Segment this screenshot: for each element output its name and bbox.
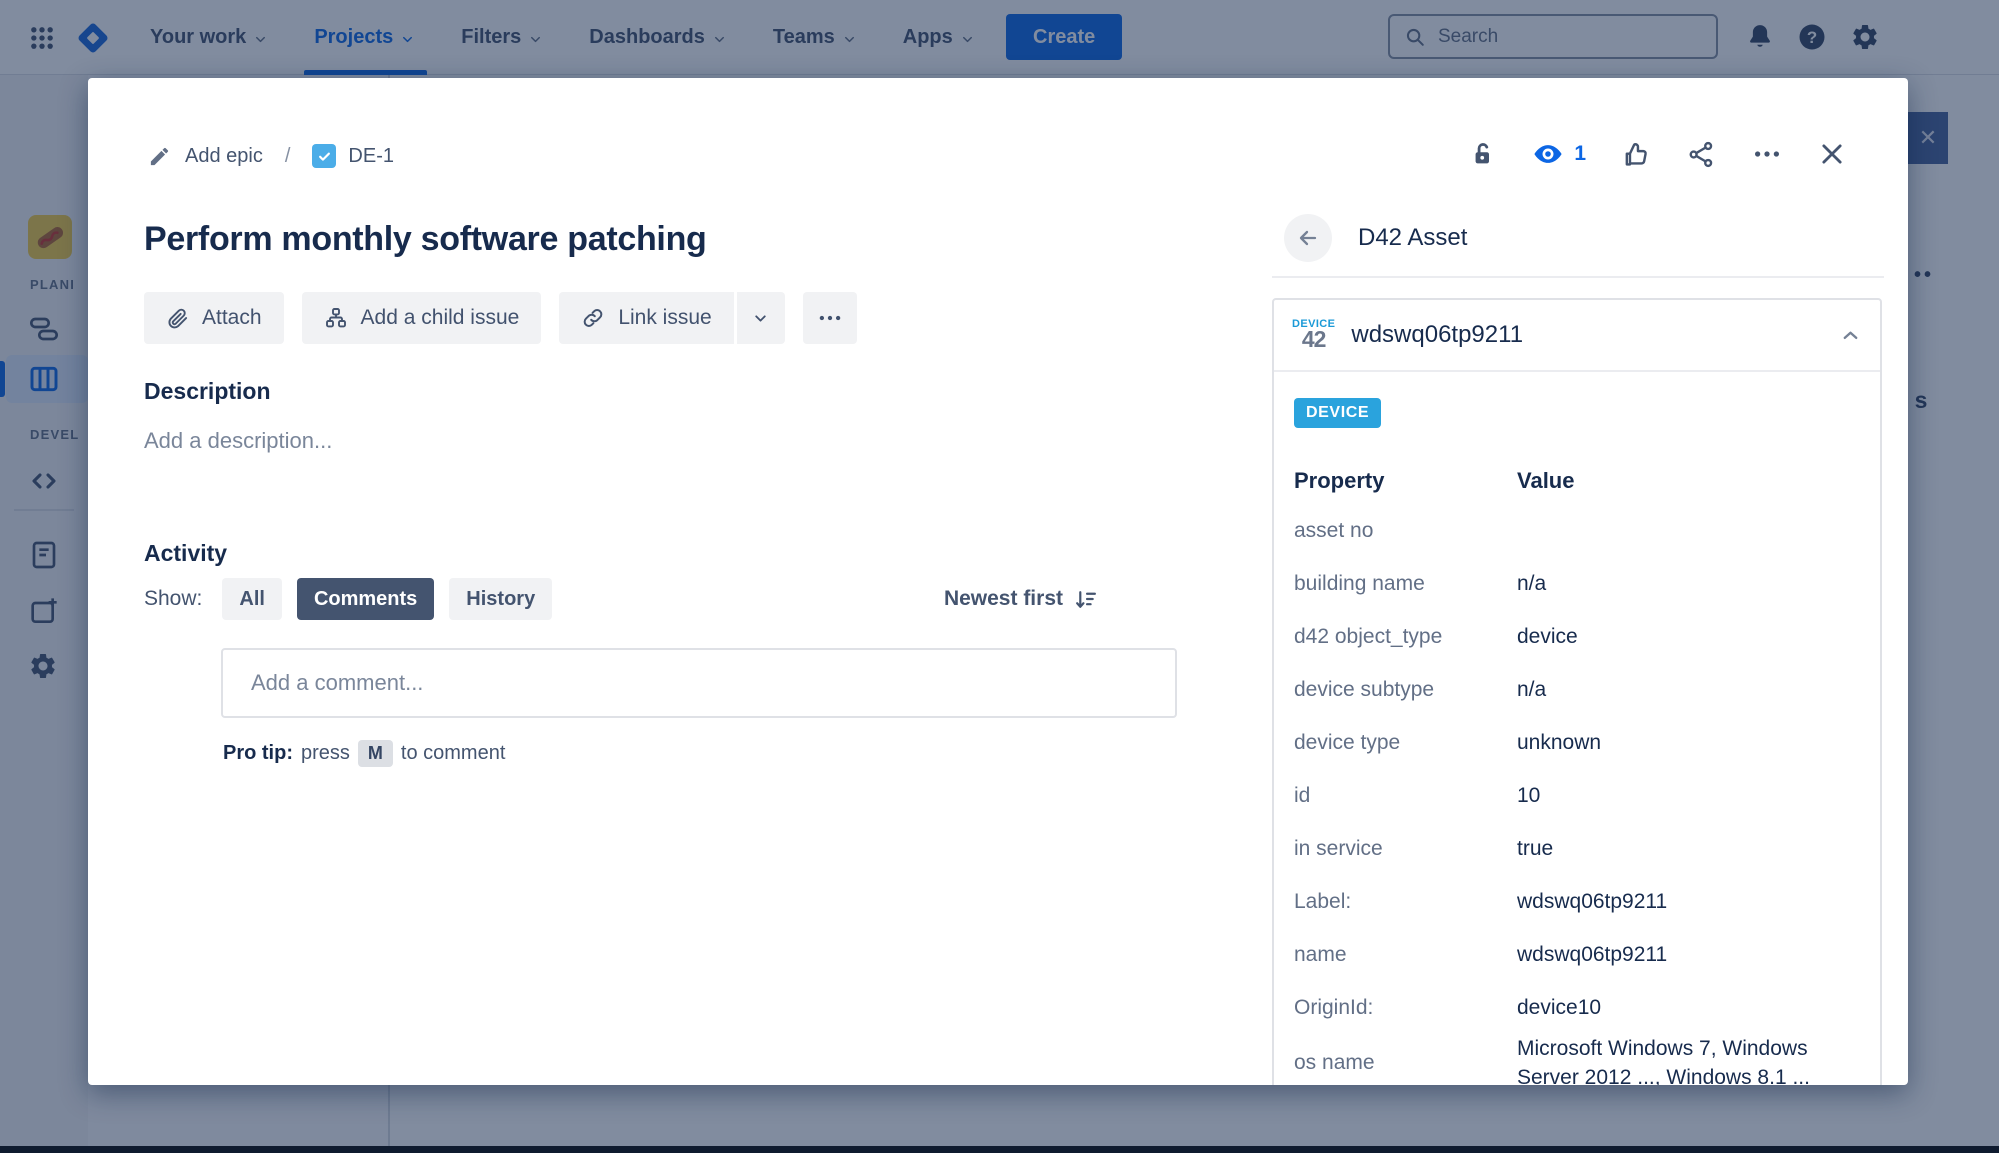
table-rows: asset no building name n/a d42 object_ty… (1294, 504, 1860, 1085)
device-type-badge: DEVICE (1294, 398, 1381, 428)
edit-pencil-icon[interactable] (148, 145, 171, 168)
description-placeholder[interactable]: Add a description... (144, 428, 332, 454)
comment-placeholder: Add a comment... (251, 670, 423, 696)
activity-filters: All Comments History (222, 578, 552, 620)
activity-heading: Activity (144, 540, 227, 567)
breadcrumb-add-epic[interactable]: Add epic (185, 145, 263, 168)
comment-input[interactable]: Add a comment... (221, 648, 1177, 718)
collapse-chevron-up-icon[interactable] (1839, 324, 1862, 347)
task-type-icon (312, 144, 336, 168)
comment-pro-tip: Pro tip: press M to comment (223, 740, 505, 767)
d42-panel-header: D42 Asset (1284, 214, 1467, 262)
attach-button[interactable]: Attach (144, 292, 284, 344)
close-icon[interactable] (1818, 140, 1846, 168)
watchers-group[interactable]: 1 (1532, 138, 1586, 170)
description-heading: Description (144, 378, 271, 405)
asset-card-header[interactable]: DEVICE 42 wdswq06tp9211 (1274, 300, 1880, 372)
table-row: id 10 (1294, 769, 1860, 822)
asset-card-body: DEVICE Property Value asset no bu (1274, 372, 1880, 1085)
back-button[interactable] (1284, 214, 1332, 262)
child-issues-icon (324, 306, 348, 330)
add-child-issue-button[interactable]: Add a child issue (302, 292, 542, 344)
device42-logo: DEVICE 42 (1292, 319, 1335, 351)
asset-property-table: Property Value asset no building name n/… (1294, 458, 1860, 1085)
property-column-header: Property (1294, 468, 1517, 494)
show-label: Show: (144, 587, 202, 611)
table-row: building name n/a (1294, 557, 1860, 610)
unlock-icon[interactable] (1468, 140, 1496, 168)
thumbs-up-icon[interactable] (1622, 140, 1651, 169)
link-issue-dropdown[interactable] (737, 292, 785, 344)
table-row: Label: wdswq06tp9211 (1294, 875, 1860, 928)
table-header-row: Property Value (1294, 458, 1860, 504)
d42-asset-card: DEVICE 42 wdswq06tp9211 DEVICE Property … (1272, 298, 1882, 1085)
device-name: wdswq06tp9211 (1351, 321, 1523, 349)
link-issue-button-group: Link issue (559, 292, 784, 344)
table-row: device subtype n/a (1294, 663, 1860, 716)
activity-filter-chip[interactable]: All (222, 578, 282, 620)
issue-detail-modal: Add epic / DE-1 1 Perform monthl (88, 78, 1908, 1085)
keyboard-key-m: M (358, 740, 393, 767)
link-icon (581, 306, 605, 330)
breadcrumb: Add epic / DE-1 (148, 144, 394, 168)
sort-descending-icon (1073, 587, 1098, 612)
modal-header-actions: 1 (1468, 138, 1846, 170)
table-row: OriginId: device10 (1294, 981, 1860, 1034)
activity-filter-row: Show: All Comments History Newest first (144, 578, 1098, 620)
value-column-header: Value (1517, 468, 1860, 494)
sort-order-button[interactable]: Newest first (944, 587, 1098, 612)
d42-panel-title: D42 Asset (1358, 224, 1467, 252)
activity-filter-chip[interactable]: History (449, 578, 552, 620)
back-arrow-icon (1296, 226, 1320, 250)
panel-divider (1272, 276, 1884, 278)
breadcrumb-separator: / (285, 145, 291, 168)
toolbar-more-button[interactable] (803, 292, 857, 344)
table-row: device type unknown (1294, 716, 1860, 769)
watchers-eye-icon (1532, 138, 1564, 170)
table-row: in service true (1294, 822, 1860, 875)
chevron-down-icon (752, 310, 769, 327)
share-icon[interactable] (1687, 140, 1716, 169)
table-row: asset no (1294, 504, 1860, 557)
breadcrumb-issue-key[interactable]: DE-1 (348, 145, 394, 168)
paperclip-icon (166, 307, 189, 330)
activity-filter-chip[interactable]: Comments (297, 578, 434, 620)
table-row: d42 object_type device (1294, 610, 1860, 663)
more-actions-icon[interactable] (1752, 139, 1782, 169)
link-issue-button[interactable]: Link issue (559, 292, 733, 344)
table-row: name wdswq06tp9211 (1294, 928, 1860, 981)
table-row: os name Microsoft Windows 7, Windows Ser… (1294, 1034, 1860, 1085)
ellipsis-icon (817, 305, 843, 331)
issue-toolbar: Attach Add a child issue Link issue (144, 292, 857, 344)
issue-title[interactable]: Perform monthly software patching (144, 220, 1224, 259)
watchers-count: 1 (1574, 142, 1586, 166)
